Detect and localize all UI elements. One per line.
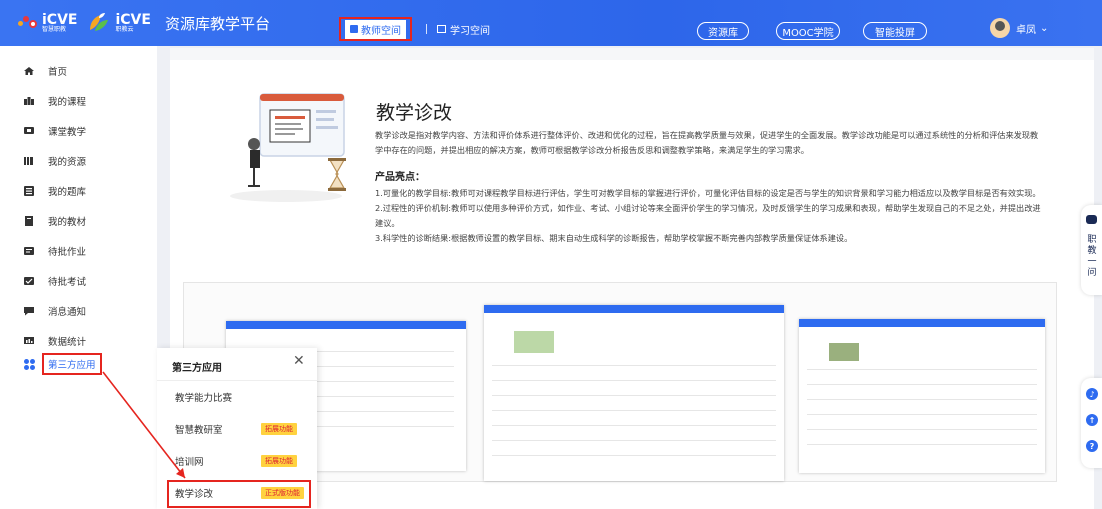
- tab-teacher-space[interactable]: 教师空间: [339, 17, 412, 41]
- sidebar-item-homework[interactable]: 待批作业: [0, 236, 157, 266]
- app-item-label: 智慧教研室: [175, 425, 223, 436]
- app-item-teaching-competition[interactable]: 教学能力比赛: [157, 381, 317, 413]
- home-icon: [24, 66, 34, 76]
- space-tabs: 教师空间 学习空间: [339, 17, 490, 41]
- sidebar-item-label: 课堂教学: [48, 127, 87, 138]
- screenshot-thumbnail: [799, 319, 1045, 473]
- sidebar-item-label: 消息通知: [48, 307, 87, 318]
- description-text: 教学诊改是指对教学内容、方法和评价体系进行整体评价、改进和优化的过程，旨在提高教…: [375, 130, 1039, 155]
- smart-screen-button[interactable]: 智能投屏: [863, 22, 927, 40]
- tab-teacher-label: 教师空间: [361, 25, 401, 37]
- main-topbar: [170, 48, 1094, 60]
- sidebar: 首页 我的课程 课堂教学 我的资源 我的题库 我的教材 待批作业 待批考试 消息…: [0, 46, 157, 509]
- sidebar-item-exams[interactable]: 待批考试: [0, 266, 157, 296]
- app-item-label: 教学能力比赛: [175, 393, 233, 404]
- logo-brand-2: iCVE 职教云: [115, 13, 150, 33]
- icve-logo-icon: [16, 12, 38, 34]
- student-space-icon: [437, 25, 446, 33]
- app-item-smart-research-room[interactable]: 智慧教研室 拓展功能: [157, 413, 317, 445]
- sidebar-item-my-courses[interactable]: 我的课程: [0, 86, 157, 116]
- course-icon: [24, 96, 34, 106]
- sidebar-item-label: 我的课程: [48, 97, 87, 108]
- highlight-point: 3.科学性的诊断结果:根据教师设置的教学目标、期末自动生成科学的诊断报告，帮助学…: [375, 233, 853, 243]
- resource-icon: [24, 156, 34, 166]
- mooc-button[interactable]: MOOC学院: [776, 22, 840, 40]
- sidebar-item-home[interactable]: 首页: [0, 56, 157, 86]
- help-icon[interactable]: ?: [1086, 440, 1098, 452]
- official-badge: 正式版功能: [261, 487, 304, 499]
- highlight-point: 1.可量化的教学目标:教师可对课程教学目标进行评估，学生可对教学目标的掌握进行评…: [375, 188, 1041, 198]
- platform-name: 资源库教学平台: [164, 14, 270, 33]
- exam-icon: [24, 276, 34, 286]
- headset-icon[interactable]: ♪: [1086, 388, 1098, 400]
- resource-library-label: 资源库: [708, 27, 738, 39]
- leaf-logo-icon: [87, 12, 111, 34]
- page-title: 教学诊改: [376, 102, 453, 124]
- user-name: 卓凤: [1016, 24, 1036, 36]
- textbook-icon: [24, 216, 34, 226]
- top-header: iCVE 智慧职教 iCVE 职教云 资源库教学平台 教师空间 学习空间 资源库…: [0, 0, 1102, 46]
- close-icon[interactable]: ✕: [293, 353, 305, 369]
- sidebar-item-classroom[interactable]: 课堂教学: [0, 116, 157, 146]
- teaching-diagnosis-illustration: [226, 88, 364, 208]
- third-party-apps-panel: 第三方应用 ✕ 教学能力比赛 智慧教研室 拓展功能 培训网 拓展功能 教学诊改 …: [157, 348, 317, 509]
- chevron-down-icon: ⌄: [1040, 22, 1049, 34]
- mooc-label: MOOC学院: [782, 27, 834, 39]
- highlight-point: 2.过程性的评价机制:教师可以使用多种评价方式，如作业、考试、小组讨论等来全面评…: [375, 203, 1041, 228]
- sidebar-item-label: 数据统计: [48, 337, 87, 348]
- screenshot-thumbnail: [484, 305, 784, 481]
- sidebar-item-question-bank[interactable]: 我的题库: [0, 176, 157, 206]
- teacher-space-icon: [350, 25, 358, 33]
- homework-icon: [24, 246, 34, 256]
- tab-student-label: 学习空间: [450, 25, 490, 37]
- sidebar-item-textbooks[interactable]: 我的教材: [0, 206, 157, 236]
- highlights-list: 1.可量化的教学目标:教师可对课程教学目标进行评估，学生可对教学目标的掌握进行评…: [375, 186, 1045, 246]
- robot-icon: [1086, 215, 1097, 224]
- highlights-heading: 产品亮点：: [375, 172, 425, 183]
- app-item-label: 培训网: [175, 457, 204, 468]
- tab-divider: [426, 24, 427, 34]
- apps-grid-icon: [23, 358, 35, 370]
- sidebar-item-third-party-apps[interactable]: 第三方应用: [0, 349, 157, 379]
- statistics-icon: [24, 336, 34, 346]
- vocational-ask-label: 职教一问: [1087, 235, 1097, 278]
- message-icon: [24, 306, 34, 316]
- extension-badge: 拓展功能: [261, 455, 297, 467]
- app-item-training-network[interactable]: 培训网 拓展功能: [157, 445, 317, 477]
- app-item-label: 教学诊改: [175, 489, 214, 500]
- floating-tools: ♪ ↑ ?: [1081, 378, 1102, 468]
- sidebar-item-messages[interactable]: 消息通知: [0, 296, 157, 326]
- tab-student-space[interactable]: 学习空间: [437, 22, 490, 37]
- sidebar-item-resources[interactable]: 我的资源: [0, 146, 157, 176]
- sidebar-item-label: 待批考试: [48, 277, 87, 288]
- extension-badge: 拓展功能: [261, 423, 297, 435]
- vocational-ask-tab[interactable]: 职教一问: [1081, 205, 1102, 295]
- app-item-teaching-diagnosis[interactable]: 教学诊改 正式版功能: [157, 477, 317, 509]
- logo-area[interactable]: iCVE 智慧职教 iCVE 职教云 资源库教学平台: [16, 8, 270, 38]
- sidebar-item-label: 我的教材: [48, 217, 87, 228]
- sidebar-item-label: 我的题库: [48, 187, 87, 198]
- sidebar-item-label: 待批作业: [48, 247, 87, 258]
- question-bank-icon: [24, 186, 34, 196]
- sidebar-item-label: 我的资源: [48, 157, 87, 168]
- sidebar-item-label: 第三方应用: [48, 360, 96, 371]
- classroom-icon: [24, 126, 34, 136]
- sidebar-item-label: 首页: [48, 67, 68, 78]
- avatar: [990, 18, 1010, 38]
- smart-screen-label: 智能投屏: [875, 27, 915, 39]
- resource-library-button[interactable]: 资源库: [697, 22, 749, 40]
- user-menu[interactable]: 卓凤 ⌄: [990, 18, 1048, 38]
- upload-icon[interactable]: ↑: [1086, 414, 1098, 426]
- panel-title: 第三方应用: [172, 363, 222, 374]
- logo-brand-1: iCVE 智慧职教: [42, 13, 77, 33]
